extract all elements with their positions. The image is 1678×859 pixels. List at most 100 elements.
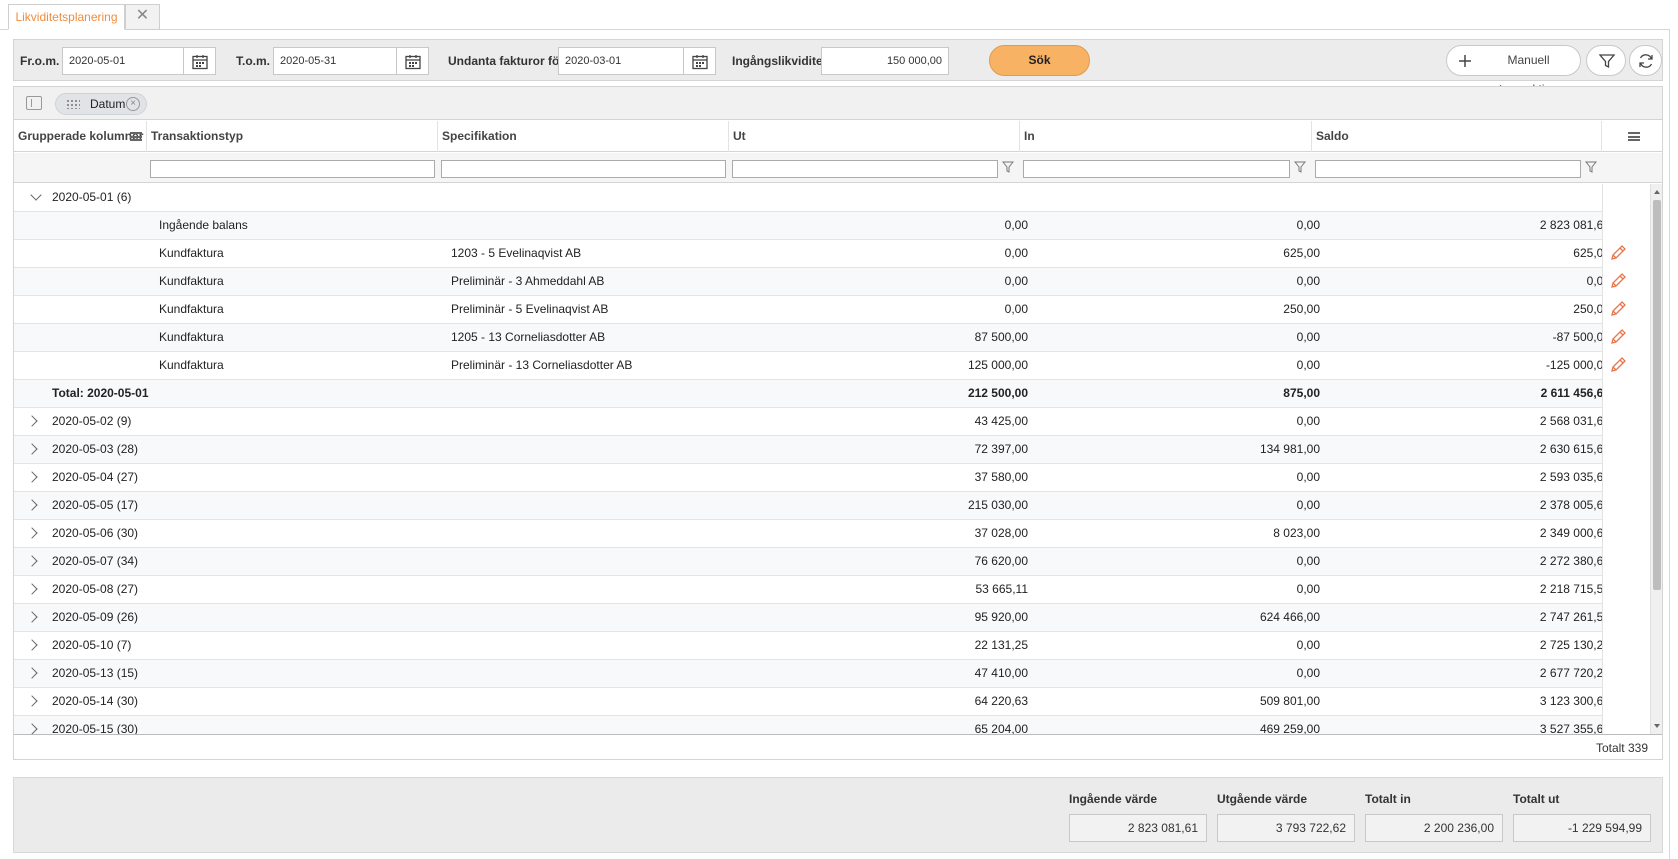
table-row[interactable]: Kundfaktura Preliminär - 13 Corneliasdott… (14, 352, 1602, 380)
in-cell: 134 981,00 (1259, 442, 1320, 456)
summary-panel: Ingående värde 2 823 081,61 Utgående vär… (13, 777, 1663, 853)
grid-body: 2020-05-01 (6) Ingående balans 0,00 0,00 2 8… (14, 184, 1602, 734)
header-transaction-type[interactable]: Transaktionstyp (147, 121, 438, 152)
scroll-down-arrow[interactable] (1654, 724, 1660, 728)
specification-cell: Preliminär - 3 Ahmeddahl AB (451, 274, 605, 288)
specification-cell: Preliminär - 13 Corneliasdotter AB (451, 358, 633, 372)
transaction-type-cell: Ingående balans (159, 218, 248, 232)
header-balance[interactable]: Saldo (1312, 121, 1602, 152)
out-cell: 125 000,00 (967, 358, 1028, 372)
group-chip-datum[interactable]: Datum × (55, 93, 147, 115)
group-chip-label: Datum (90, 97, 126, 111)
in-cell: 624 466,00 (1259, 610, 1320, 624)
type-filter-input[interactable] (150, 160, 435, 178)
group-row[interactable]: 2020-05-08 (27) 53 665,11 0,00 2 218 715,50 (14, 576, 1602, 604)
chevron-right-icon[interactable] (26, 555, 38, 567)
table-row[interactable]: Kundfaktura 1205 - 13 Corneliasdotter AB 8… (14, 324, 1602, 352)
filter-icon (1599, 54, 1615, 69)
table-row[interactable]: Kundfaktura Preliminär - 3 Ahmeddahl AB 0,… (14, 268, 1602, 296)
total-out-block: Totalt ut -1 229 594,99 (1513, 792, 1651, 842)
table-row[interactable]: Kundfaktura 1203 - 5 Evelinaqvist AB 0,00 6… (14, 240, 1602, 268)
chevron-right-icon[interactable] (26, 443, 38, 455)
pencil-icon[interactable] (1609, 244, 1627, 262)
closing-value-label: Utgående värde (1217, 792, 1308, 806)
group-row[interactable]: 2020-05-02 (9) 43 425,00 0,00 2 568 031,61 (14, 408, 1602, 436)
tab-likviditetsplanering[interactable]: Likviditetsplanering (8, 4, 125, 30)
menu-icon[interactable] (130, 132, 142, 141)
chevron-right-icon[interactable] (26, 639, 38, 651)
chevron-right-icon[interactable] (26, 499, 38, 511)
tab-bar: Likviditetsplanering ✕ (0, 0, 1678, 30)
exclude-invoices-label: Undanta fakturor före (448, 54, 571, 68)
chevron-right-icon[interactable] (26, 695, 38, 707)
group-row[interactable]: 2020-05-15 (30) 65 204,00 469 259,00 3 527 … (14, 716, 1602, 734)
calendar-icon[interactable] (397, 47, 429, 75)
calendar-icon[interactable] (684, 47, 716, 75)
remove-chip-icon[interactable]: × (126, 97, 140, 111)
close-tab-icon[interactable]: ✕ (125, 4, 160, 30)
pencil-icon[interactable] (1609, 356, 1627, 374)
group-row[interactable]: 2020-05-03 (28) 72 397,00 134 981,00 2 630 … (14, 436, 1602, 464)
chevron-right-icon[interactable] (26, 415, 38, 427)
from-date-input[interactable]: 2020-05-01 (62, 47, 184, 75)
funnel-icon[interactable] (1294, 161, 1306, 173)
balance-cell: 3 123 300,62 (1539, 694, 1602, 708)
chevron-right-icon[interactable] (26, 667, 38, 679)
funnel-icon[interactable] (1002, 161, 1014, 173)
chevron-right-icon[interactable] (26, 527, 38, 539)
chevron-right-icon[interactable] (26, 583, 38, 595)
header-specification[interactable]: Specifikation (438, 121, 729, 152)
pencil-icon[interactable] (1609, 328, 1627, 346)
exclude-date-input[interactable]: 2020-03-01 (558, 47, 684, 75)
table-row[interactable]: Ingående balans 0,00 0,00 2 823 081,61 (14, 212, 1602, 240)
group-row[interactable]: 2020-05-10 (7) 22 131,25 0,00 2 725 130,25 (14, 632, 1602, 660)
specification-cell (451, 212, 731, 239)
header-out[interactable]: Ut (729, 121, 1020, 152)
group-row[interactable]: 2020-05-13 (15) 47 410,00 0,00 2 677 720,25 (14, 660, 1602, 688)
group-label: 2020-05-01 (6) (52, 190, 132, 204)
out-cell: 65 204,00 (974, 722, 1028, 734)
search-button[interactable]: Sök (989, 45, 1090, 76)
group-row[interactable]: 2020-05-09 (26) 95 920,00 624 466,00 2 747 … (14, 604, 1602, 632)
group-row[interactable]: 2020-05-14 (30) 64 220,63 509 801,00 3 123 … (14, 688, 1602, 716)
balance-cell: 2 378 005,61 (1539, 498, 1602, 512)
group-row[interactable]: 2020-05-04 (27) 37 580,00 0,00 2 593 035,61 (14, 464, 1602, 492)
balance-filter-input[interactable] (1315, 160, 1581, 178)
transaction-type-cell: Kundfaktura (159, 274, 224, 288)
group-row[interactable]: 2020-05-01 (6) (14, 184, 1602, 212)
group-panel-icon[interactable] (26, 96, 42, 110)
scroll-thumb[interactable] (1653, 200, 1661, 590)
chevron-right-icon[interactable] (26, 723, 38, 734)
to-date-input[interactable]: 2020-05-31 (273, 47, 397, 75)
balance-cell: 3 527 355,62 (1539, 722, 1602, 734)
drag-dots-icon[interactable] (66, 99, 80, 109)
group-row[interactable]: 2020-05-05 (17) 215 030,00 0,00 2 378 005,6… (14, 492, 1602, 520)
header-in[interactable]: In (1020, 121, 1312, 152)
table-row[interactable]: Kundfaktura Preliminär - 5 Evelinaqvist A… (14, 296, 1602, 324)
manual-transaction-button[interactable]: Manuell transaktion (1446, 45, 1581, 96)
header-grouped-columns[interactable]: Grupperade kolumner (14, 121, 147, 152)
funnel-icon[interactable] (1585, 161, 1597, 173)
spec-filter-input[interactable] (441, 160, 726, 178)
opening-liquidity-input[interactable]: 150 000,00 (821, 47, 949, 75)
out-filter-input[interactable] (732, 160, 998, 178)
menu-icon[interactable] (1628, 132, 1640, 141)
group-label: 2020-05-13 (15) (52, 666, 139, 680)
calendar-icon[interactable] (184, 47, 216, 75)
vertical-scrollbar[interactable] (1650, 184, 1662, 734)
chevron-right-icon[interactable] (26, 611, 38, 623)
pencil-icon[interactable] (1609, 272, 1627, 290)
pencil-icon[interactable] (1609, 300, 1627, 318)
total-count: Totalt 339 (1595, 741, 1648, 755)
refresh-button[interactable] (1629, 45, 1662, 76)
out-cell: 72 397,00 (974, 442, 1028, 456)
chevron-right-icon[interactable] (26, 471, 38, 483)
filter-button[interactable] (1586, 45, 1626, 76)
group-row[interactable]: 2020-05-06 (30) 37 028,00 8 023,00 2 349 00… (14, 520, 1602, 548)
chevron-down-icon[interactable] (30, 189, 42, 201)
scroll-up-arrow[interactable] (1654, 190, 1660, 194)
group-label: 2020-05-07 (34) (52, 554, 139, 568)
group-row[interactable]: 2020-05-07 (34) 76 620,00 0,00 2 272 380,61 (14, 548, 1602, 576)
transaction-type-cell: Kundfaktura (159, 358, 224, 372)
in-filter-input[interactable] (1023, 160, 1290, 178)
